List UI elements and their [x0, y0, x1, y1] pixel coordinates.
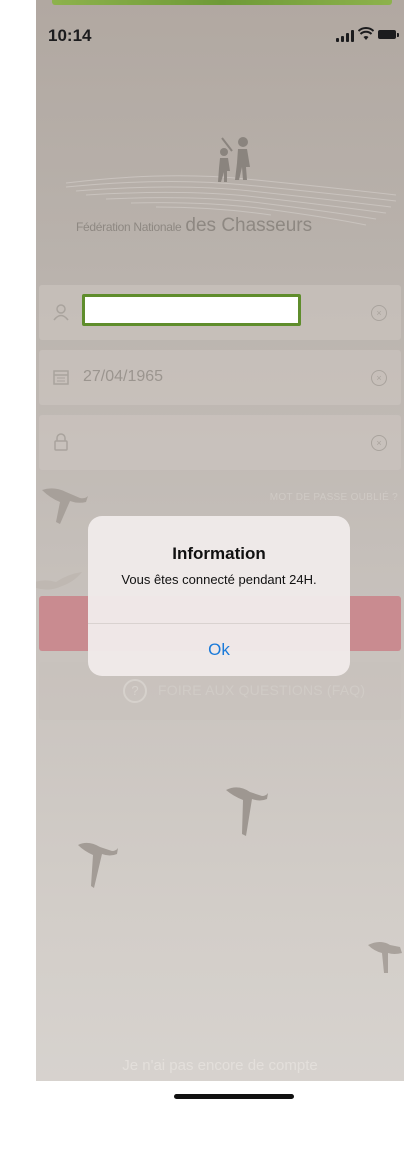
- status-time: 10:14: [48, 26, 92, 45]
- logo-text-large: des Chasseurs: [185, 215, 313, 236]
- logo-text-small: Fédération Nationale: [76, 220, 182, 234]
- username-field[interactable]: ×: [39, 285, 401, 340]
- phone-screen: 10:14 Fédération Nationaledes Chasseurs: [36, 0, 404, 1161]
- dialog-ok-button[interactable]: Ok: [88, 624, 350, 676]
- clear-icon[interactable]: ×: [371, 435, 387, 451]
- duck-silhouette: [42, 488, 88, 524]
- wifi-icon: [358, 27, 374, 40]
- password-field[interactable]: ×: [39, 415, 401, 470]
- faq-button-label: FOIRE AUX QUESTIONS (FAQ): [158, 682, 366, 698]
- dialog-message: Vous êtes connecté pendant 24H.: [121, 572, 317, 587]
- clear-icon[interactable]: ×: [371, 370, 387, 386]
- status-bar: 10:14: [36, 0, 404, 60]
- duck-silhouette: [78, 842, 118, 888]
- birthdate-value[interactable]: 27/04/1965: [83, 368, 163, 386]
- dialog-title: Information: [172, 544, 266, 563]
- question-icon: ?: [123, 679, 147, 703]
- information-dialog: Information Vous êtes connecté pendant 2…: [88, 516, 350, 676]
- lock-icon: [51, 432, 71, 452]
- create-account-link[interactable]: Je n'ai pas encore de compte: [36, 1057, 404, 1074]
- logo-text: Fédération Nationale des Chasseurs: [76, 215, 312, 237]
- clear-icon[interactable]: ×: [371, 305, 387, 321]
- duck-silhouette: [368, 942, 402, 973]
- username-input[interactable]: [82, 294, 301, 326]
- signal-icon: [336, 30, 356, 42]
- user-icon: [51, 302, 71, 322]
- birthdate-field[interactable]: 27/04/1965 ×: [39, 350, 401, 405]
- home-indicator: [174, 1094, 294, 1099]
- duck-silhouette: [36, 572, 82, 590]
- battery-icon: [378, 30, 399, 39]
- duck-silhouette: [226, 787, 268, 836]
- forgot-password-link[interactable]: MOT DE PASSE OUBLIÉ ?: [270, 492, 398, 503]
- calendar-icon: [51, 367, 71, 387]
- bottom-safe-area: [36, 1081, 404, 1161]
